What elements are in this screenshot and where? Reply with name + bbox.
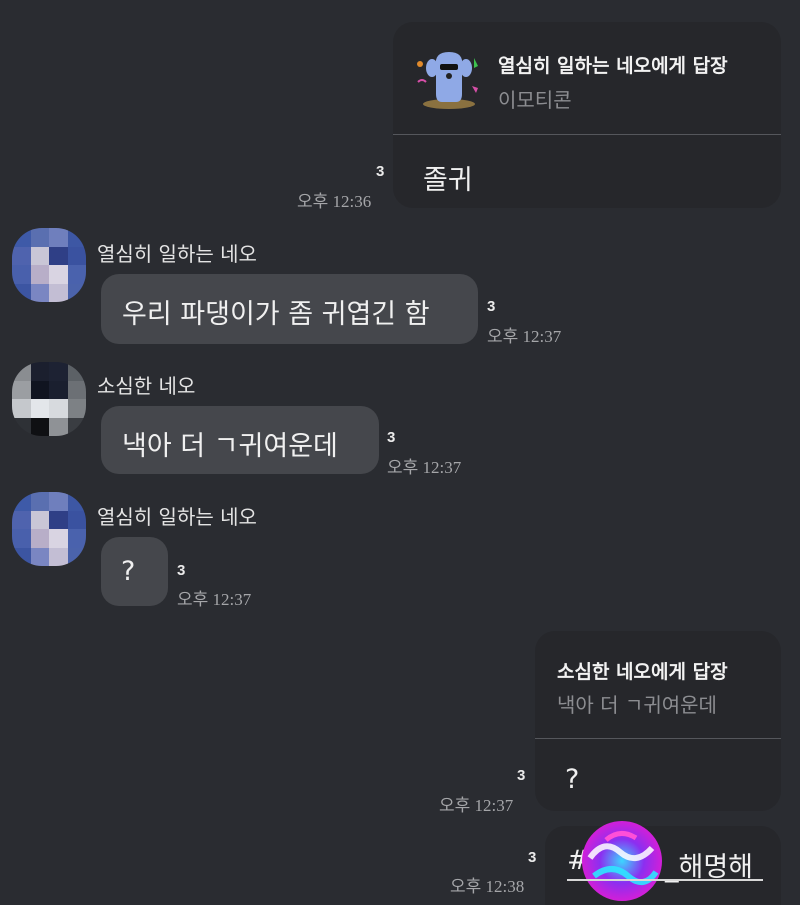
message-text: 낵아 더 ㄱ귀여운데 [122, 431, 338, 462]
unread-count: 3 [376, 163, 385, 180]
unread-count: 3 [387, 429, 396, 446]
message-time: 오후 12:38 [450, 877, 525, 896]
sender-name: 열심히 일하는 네오 [97, 505, 257, 529]
avatar[interactable] [12, 228, 86, 302]
message-time: 오후 12:37 [439, 796, 514, 815]
swirl-emoji-icon [582, 821, 662, 901]
sender-name: 소심한 네오 [97, 374, 196, 398]
message-text: 우리 파댕이가 좀 귀엽긴 함 [122, 299, 430, 330]
reply-divider [393, 134, 781, 135]
message-time: 오후 12:37 [387, 458, 462, 477]
dancing-dog-emoticon-icon [417, 52, 478, 109]
text-underline [567, 879, 763, 881]
unread-count: 3 [517, 767, 526, 784]
sender-name: 열심히 일하는 네오 [97, 242, 257, 266]
message-time: 오후 12:37 [177, 590, 252, 609]
reply-title: 열심히 일하는 네오에게 답장 [498, 55, 728, 77]
reply-subtitle: 이모티콘 [498, 88, 572, 112]
reply-divider [535, 738, 781, 739]
avatar[interactable] [12, 492, 86, 566]
reply-subtitle: 낵아 더 ㄱ귀여운데 [557, 693, 717, 717]
message-text: 졸귀 [423, 165, 473, 196]
reply-title: 소심한 네오에게 답장 [557, 661, 728, 683]
message-time: 오후 12:37 [487, 327, 562, 346]
message-time: 오후 12:36 [297, 192, 372, 211]
unread-count: 3 [487, 298, 496, 315]
message-text: ? [565, 764, 580, 795]
message-text: ? [121, 556, 136, 587]
unread-count: 3 [177, 562, 186, 579]
unread-count: 3 [528, 849, 537, 866]
avatar[interactable] [12, 362, 86, 436]
